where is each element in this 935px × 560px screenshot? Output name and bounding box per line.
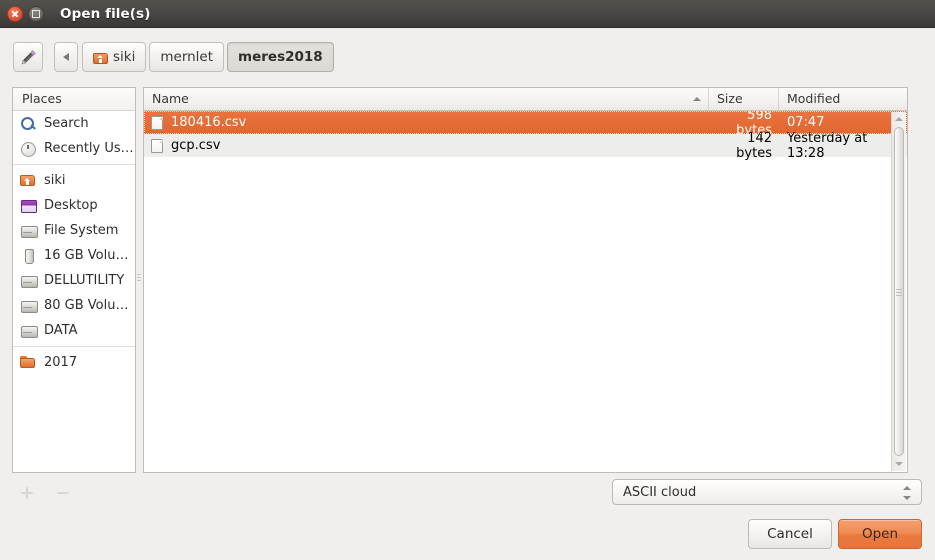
places-sidebar: Places Search Recently Used siki Desktop…	[12, 87, 136, 473]
sidebar-item-label: siki	[44, 173, 66, 188]
desktop-icon	[20, 198, 37, 214]
column-header-label: Modified	[787, 91, 841, 106]
file-size-cell: 142 bytes	[736, 130, 772, 161]
sidebar-item-label: DELLUTILITY	[44, 273, 125, 288]
column-header-name[interactable]: Name	[144, 88, 709, 111]
file-name-label: gcp.csv	[171, 138, 221, 153]
sidebar-item-label: 16 GB Volume	[44, 248, 135, 263]
open-button[interactable]: Open	[838, 519, 922, 549]
drive-icon	[20, 223, 38, 239]
drive-icon	[20, 273, 38, 289]
file-icon	[151, 115, 164, 131]
sidebar-item-file-system[interactable]: File System	[13, 218, 135, 243]
sidebar-item-label: File System	[44, 223, 119, 238]
file-list-body: 180416.csv 598 bytes 07:47 gcp.csv 142 b…	[144, 111, 907, 472]
sidebar-item-desktop[interactable]: Desktop	[13, 193, 135, 218]
sidebar-item-label: 80 GB Volume	[44, 298, 135, 313]
sidebar-item-search[interactable]: Search	[13, 111, 135, 136]
window-titlebar: Open file(s)	[0, 0, 935, 28]
pencil-icon	[20, 49, 36, 65]
sidebar-divider	[13, 164, 135, 165]
scroll-up-button[interactable]	[892, 112, 906, 126]
sidebar-divider	[13, 346, 135, 347]
sidebar-item-label: Search	[44, 116, 89, 131]
sidebar-item-80-gb-volume[interactable]: 80 GB Volume	[13, 293, 135, 318]
table-row[interactable]: gcp.csv 142 bytes Yesterday at 13:28	[144, 131, 907, 161]
sidebar-item-16-gb-volume[interactable]: 16 GB Volume	[13, 243, 135, 268]
drive-icon	[20, 298, 38, 314]
sidebar-item-data[interactable]: DATA	[13, 318, 135, 343]
open-button-label: Open	[861, 526, 899, 542]
bookmark-buttons	[18, 484, 72, 502]
sidebar-item-label: 2017	[44, 355, 78, 370]
places-header: Places	[13, 88, 135, 111]
window-title: Open file(s)	[60, 5, 151, 22]
file-list: Name Size Modified 180416.csv 598 bytes …	[143, 87, 908, 473]
breadcrumb-label: mernlet	[160, 49, 214, 65]
chevron-up-icon	[895, 117, 903, 121]
scroll-down-button[interactable]	[892, 457, 906, 471]
sidebar-item-recently-used[interactable]: Recently Used	[13, 136, 135, 161]
file-name-cell: gcp.csv	[144, 138, 709, 154]
close-icon[interactable]	[7, 5, 23, 22]
path-toolbar: siki mernlet meres2018	[0, 28, 935, 86]
chevron-down-icon	[895, 462, 903, 466]
file-list-scrollbar[interactable]	[891, 112, 906, 471]
file-name-cell: 180416.csv	[144, 115, 709, 131]
maximize-icon[interactable]	[28, 5, 44, 22]
add-bookmark-button[interactable]	[18, 484, 36, 502]
cancel-button[interactable]: Cancel	[748, 519, 832, 549]
scrollbar-thumb[interactable]	[894, 127, 904, 456]
sidebar-item-label: Recently Used	[44, 141, 135, 156]
folder-icon	[20, 355, 37, 371]
sidebar-item-dellutility[interactable]: DELLUTILITY	[13, 268, 135, 293]
home-folder-icon	[20, 173, 37, 189]
file-icon	[151, 138, 164, 154]
file-name-label: 180416.csv	[171, 115, 247, 130]
sidebar-item-label: Desktop	[44, 198, 98, 213]
sidebar-item-2017[interactable]: 2017	[13, 350, 135, 375]
breadcrumb-label: siki	[113, 49, 136, 65]
cancel-button-label: Cancel	[767, 526, 813, 542]
sidebar-item-label: DATA	[44, 323, 78, 338]
breadcrumb-mernlet[interactable]: mernlet	[149, 42, 225, 72]
file-list-header: Name Size Modified	[144, 88, 907, 111]
home-folder-icon	[93, 51, 108, 64]
usb-icon	[20, 248, 37, 264]
breadcrumb-siki[interactable]: siki	[82, 42, 147, 72]
clock-icon	[20, 141, 37, 157]
splitter-grip-icon	[137, 272, 141, 288]
path-back-button[interactable]	[54, 42, 78, 72]
column-header-label: Name	[152, 91, 189, 106]
column-header-label: Size	[717, 91, 743, 106]
type-filename-button[interactable]	[13, 42, 43, 72]
file-modified-cell: Yesterday at 13:28	[787, 130, 868, 161]
search-icon	[20, 116, 37, 132]
file-modified-cell: 07:47	[787, 115, 825, 130]
file-type-filter-combobox[interactable]: ASCII cloud	[612, 479, 922, 505]
breadcrumb-meres2018[interactable]: meres2018	[227, 42, 334, 72]
breadcrumb-label: meres2018	[238, 49, 323, 65]
sidebar-item-siki[interactable]: siki	[13, 168, 135, 193]
drive-icon	[20, 323, 38, 339]
spinner-arrows-icon	[903, 485, 912, 501]
chevron-left-icon	[63, 53, 69, 61]
sort-ascending-icon	[693, 97, 701, 101]
file-type-filter-value: ASCII cloud	[623, 484, 697, 500]
remove-bookmark-button[interactable]	[54, 484, 72, 502]
column-header-size[interactable]: Size	[709, 88, 779, 111]
sidebar-splitter[interactable]	[136, 87, 142, 473]
open-file-dialog: Open file(s) siki mernlet meres2018 Plac…	[0, 0, 935, 560]
scrollbar-grip-icon	[896, 287, 902, 298]
column-header-modified[interactable]: Modified	[779, 88, 907, 111]
